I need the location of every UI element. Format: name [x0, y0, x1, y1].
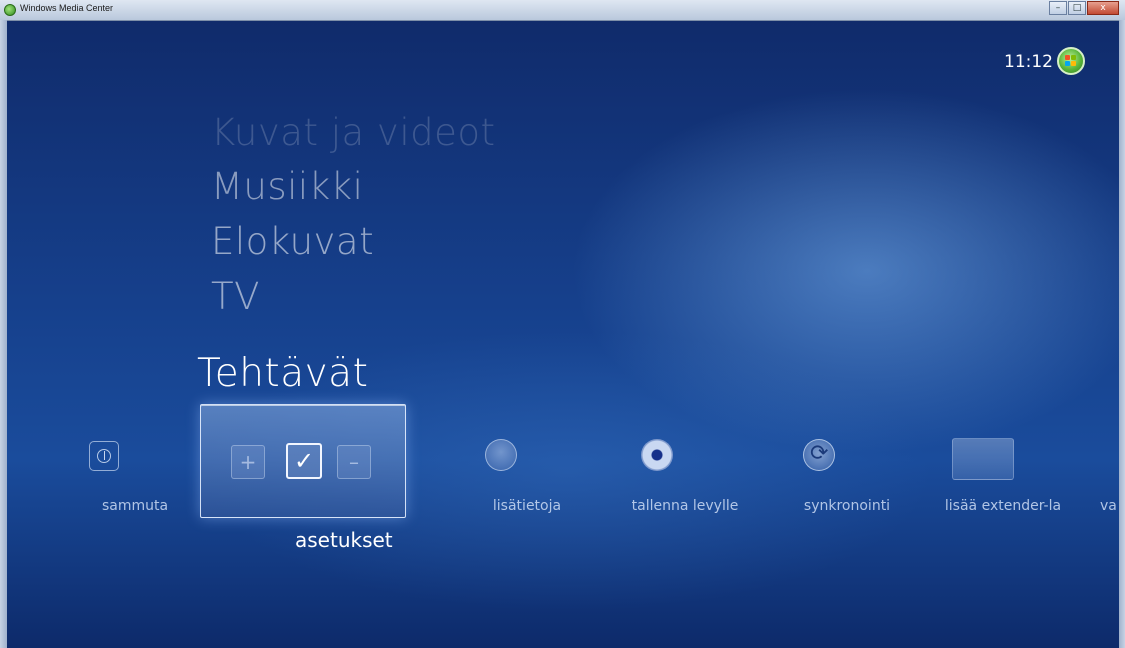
- menu-item-musiikki[interactable]: Musiikki: [211, 165, 363, 208]
- maximize-button[interactable]: □: [1068, 1, 1086, 15]
- window-controls: – □ x: [1048, 1, 1119, 17]
- sync-icon: [803, 439, 835, 471]
- power-icon: [89, 441, 119, 471]
- start-orb-icon[interactable]: [1057, 47, 1085, 75]
- strip-label-va: va: [1100, 498, 1117, 514]
- window-frame-right: [1119, 20, 1125, 648]
- menu-item-tehtavat[interactable]: Tehtävät: [197, 351, 368, 396]
- disc-icon: [641, 439, 673, 471]
- menu-item-kuvat-ja-videot[interactable]: Kuvat ja videot: [211, 111, 496, 154]
- plus-icon: +: [231, 445, 265, 479]
- window-title: Windows Media Center: [20, 3, 114, 13]
- window-frame-left: [0, 20, 7, 648]
- media-center-stage: 11:12 Kuvat ja videot Musiikki Elokuvat …: [7, 21, 1119, 648]
- title-bar[interactable]: Windows Media Center – □ x: [0, 0, 1125, 21]
- strip-label-lisaa-extender: lisää extender-la: [944, 498, 1062, 514]
- strip-item-asetukset[interactable]: + ✓ –: [200, 404, 406, 518]
- menu-item-elokuvat[interactable]: Elokuvat: [211, 220, 374, 263]
- close-button[interactable]: x: [1087, 1, 1119, 15]
- clock: 11:12: [1004, 52, 1053, 72]
- monitor-icon: [952, 438, 1014, 480]
- checkmark-icon: ✓: [286, 443, 322, 479]
- minus-icon: –: [337, 445, 371, 479]
- windows-logo-icon: [485, 439, 517, 471]
- menu-item-tv[interactable]: TV: [211, 275, 260, 318]
- strip-label-asetukset: asetukset: [295, 528, 393, 552]
- media-center-window: Windows Media Center – □ x 11:12 Kuvat j…: [0, 0, 1125, 648]
- media-center-app-icon: [4, 4, 16, 16]
- minimize-button[interactable]: –: [1049, 1, 1067, 15]
- windows-flag-icon: [1065, 55, 1077, 67]
